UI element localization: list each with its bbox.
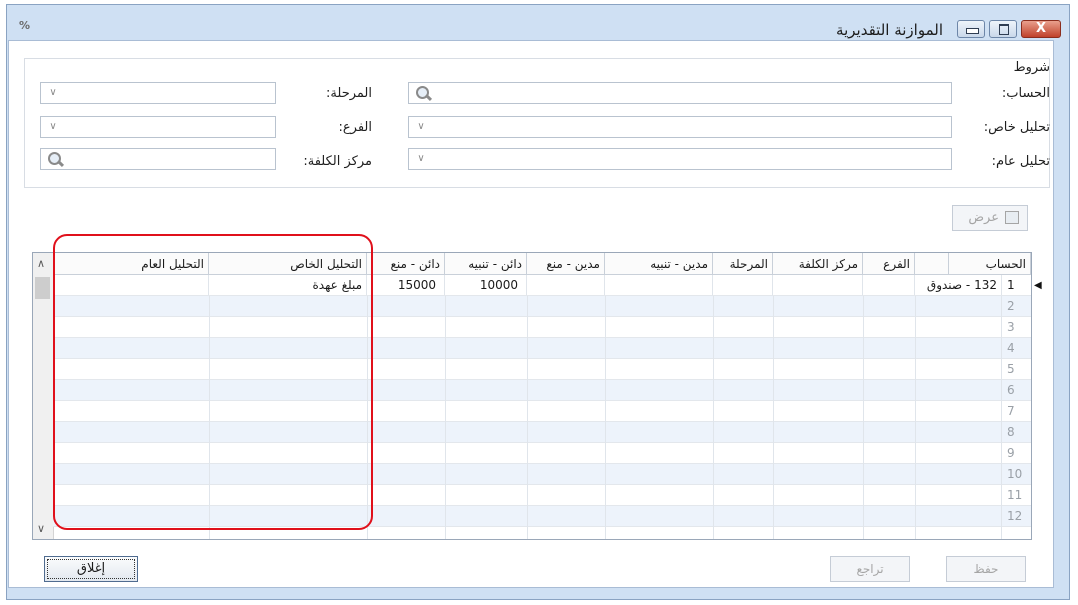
cost-center-input[interactable]	[40, 148, 276, 170]
branch-label: الفرع:	[338, 120, 372, 135]
account-input[interactable]	[408, 82, 952, 104]
budget-grid[interactable]: ∧ ∨ الحساب الفرع مركز الكلفة المرحلة مدي…	[32, 252, 1032, 540]
cell-credit-alert[interactable]: 10000	[445, 275, 527, 295]
row-number: 10	[1001, 464, 1031, 484]
cell-debit-alert[interactable]	[605, 275, 713, 295]
column-header-account-fill	[915, 253, 949, 275]
chevron-down-icon[interactable]: ∨	[43, 117, 63, 137]
table-row[interactable]: 2	[53, 296, 1031, 317]
save-button[interactable]: حفظ	[946, 556, 1026, 582]
table-row[interactable]: 4	[53, 338, 1031, 359]
chevron-down-icon[interactable]: ∨	[411, 149, 431, 169]
column-header-stage[interactable]: المرحلة	[713, 253, 773, 275]
row-number: 9	[1001, 443, 1031, 463]
table-row[interactable]: 10	[53, 464, 1031, 485]
cost-center-label: مركز الكلفة:	[303, 154, 372, 169]
row-number: 2	[1001, 296, 1031, 316]
search-icon[interactable]	[415, 85, 433, 102]
stage-label: المرحلة:	[326, 86, 372, 101]
branch-select[interactable]: ∨	[40, 116, 276, 138]
table-row[interactable]: 12	[53, 506, 1031, 527]
table-row[interactable]: 1 132 - صندوق 10000 15000 مبلغ عهدة	[53, 275, 1031, 296]
view-button[interactable]: عرض	[952, 205, 1028, 231]
vertical-scrollbar[interactable]: ∧ ∨	[33, 253, 54, 539]
cell-general-analysis[interactable]	[53, 275, 209, 295]
search-icon[interactable]	[47, 151, 65, 168]
column-header-branch[interactable]: الفرع	[863, 253, 915, 275]
chevron-down-icon[interactable]: ∨	[43, 83, 63, 103]
table-row[interactable]: 9	[53, 443, 1031, 464]
table-row[interactable]: 11	[53, 485, 1031, 506]
stage-select[interactable]: ∨	[40, 82, 276, 104]
column-header-cost-center[interactable]: مركز الكلفة	[773, 253, 863, 275]
scroll-up-icon[interactable]: ∧	[37, 257, 45, 270]
account-label: الحساب:	[1001, 86, 1050, 101]
table-row[interactable]: 6	[53, 380, 1031, 401]
window-title: الموازنة التقديرية	[836, 21, 943, 39]
special-analysis-select[interactable]: ∨	[408, 116, 952, 138]
table-row[interactable]: 7	[53, 401, 1031, 422]
cell-account[interactable]: 132 - صندوق	[915, 275, 1001, 295]
window-close-button[interactable]: X	[1021, 20, 1061, 38]
table-row[interactable]: 5	[53, 359, 1031, 380]
close-button[interactable]: إغلاق	[44, 556, 138, 582]
special-analysis-label: تحليل خاص:	[983, 120, 1050, 135]
title-bar: % X الموازنة التقديرية	[7, 5, 1069, 45]
column-header-credit-block[interactable]: دائن - منع	[367, 253, 445, 275]
cell-stage[interactable]	[713, 275, 773, 295]
column-header-credit-alert[interactable]: دائن - تنبيه	[445, 253, 527, 275]
row-number: 7	[1001, 401, 1031, 421]
cell-debit-block[interactable]	[527, 275, 605, 295]
general-analysis-select[interactable]: ∨	[408, 148, 952, 170]
scroll-down-icon[interactable]: ∨	[37, 522, 45, 535]
table-row[interactable]: 3	[53, 317, 1031, 338]
row-number: 3	[1001, 317, 1031, 337]
app-icon: %	[19, 19, 31, 32]
scroll-thumb[interactable]	[35, 277, 50, 299]
column-header-general-analysis[interactable]: التحليل العام	[53, 253, 209, 275]
window-maximize-button[interactable]	[989, 20, 1017, 38]
row-number: 4	[1001, 338, 1031, 358]
cell-branch[interactable]	[863, 275, 915, 295]
row-number: 8	[1001, 422, 1031, 442]
chevron-down-icon[interactable]: ∨	[411, 117, 431, 137]
current-row-indicator-icon: ◀	[1034, 280, 1042, 291]
view-icon	[1005, 211, 1019, 224]
column-header-row-number	[1001, 253, 1031, 275]
column-header-debit-block[interactable]: مدين - منع	[527, 253, 605, 275]
table-row[interactable]: 8	[53, 422, 1031, 443]
row-number: 12	[1001, 506, 1031, 526]
filters-section-title: شروط	[1013, 60, 1050, 75]
row-number: 5	[1001, 359, 1031, 379]
row-number: 6	[1001, 380, 1031, 400]
cell-cost-center[interactable]	[773, 275, 863, 295]
cell-special-analysis[interactable]: مبلغ عهدة	[209, 275, 367, 295]
row-number: 11	[1001, 485, 1031, 505]
undo-button[interactable]: تراجع	[830, 556, 910, 582]
row-number: 1	[1001, 275, 1031, 295]
window-minimize-button[interactable]	[957, 20, 985, 38]
cell-credit-block[interactable]: 15000	[367, 275, 445, 295]
general-analysis-label: تحليل عام:	[991, 154, 1050, 169]
column-header-special-analysis[interactable]: التحليل الخاص	[209, 253, 367, 275]
column-header-debit-alert[interactable]: مدين - تنبيه	[605, 253, 713, 275]
